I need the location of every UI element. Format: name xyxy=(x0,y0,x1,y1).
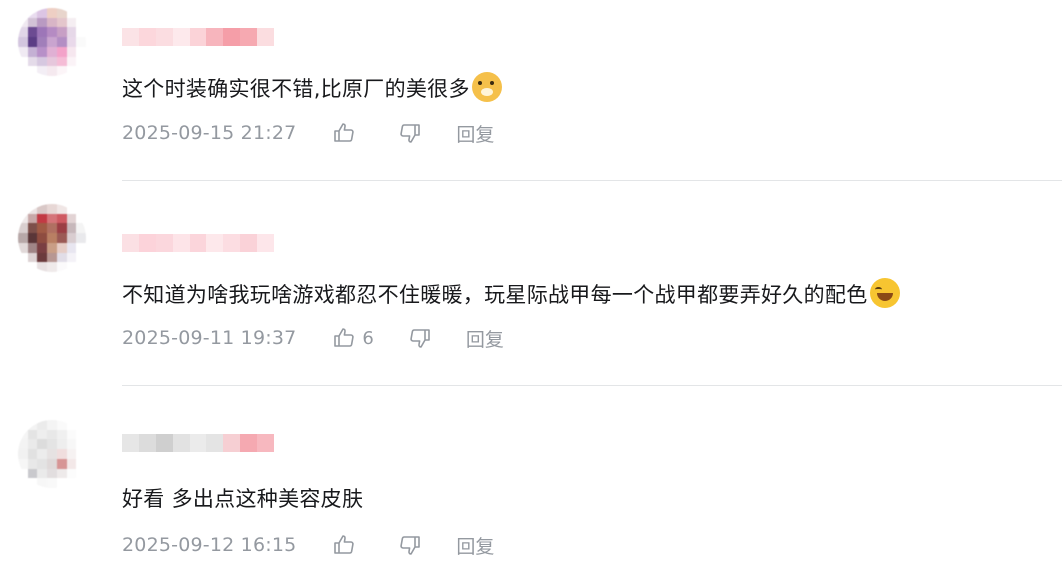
like-button[interactable] xyxy=(332,533,356,557)
username-blurred[interactable] xyxy=(122,434,275,452)
avatar[interactable] xyxy=(18,420,86,488)
dislike-icon xyxy=(400,536,421,555)
comment-text: 好看 多出点这种美容皮肤 xyxy=(122,484,363,514)
reply-button[interactable]: 回复 xyxy=(456,532,494,559)
comment-item-3: 好看 多出点这种美容皮肤 2025-09-12 16:15 回复 xyxy=(0,0,1062,573)
dislike-button[interactable] xyxy=(398,533,422,557)
comment-time: 2025-09-12 16:15 xyxy=(122,534,297,556)
like-icon xyxy=(334,535,355,554)
comment-meta: 2025-09-12 16:15 回复 xyxy=(122,530,494,560)
comment-body: 好看 多出点这种美容皮肤 xyxy=(122,487,364,511)
